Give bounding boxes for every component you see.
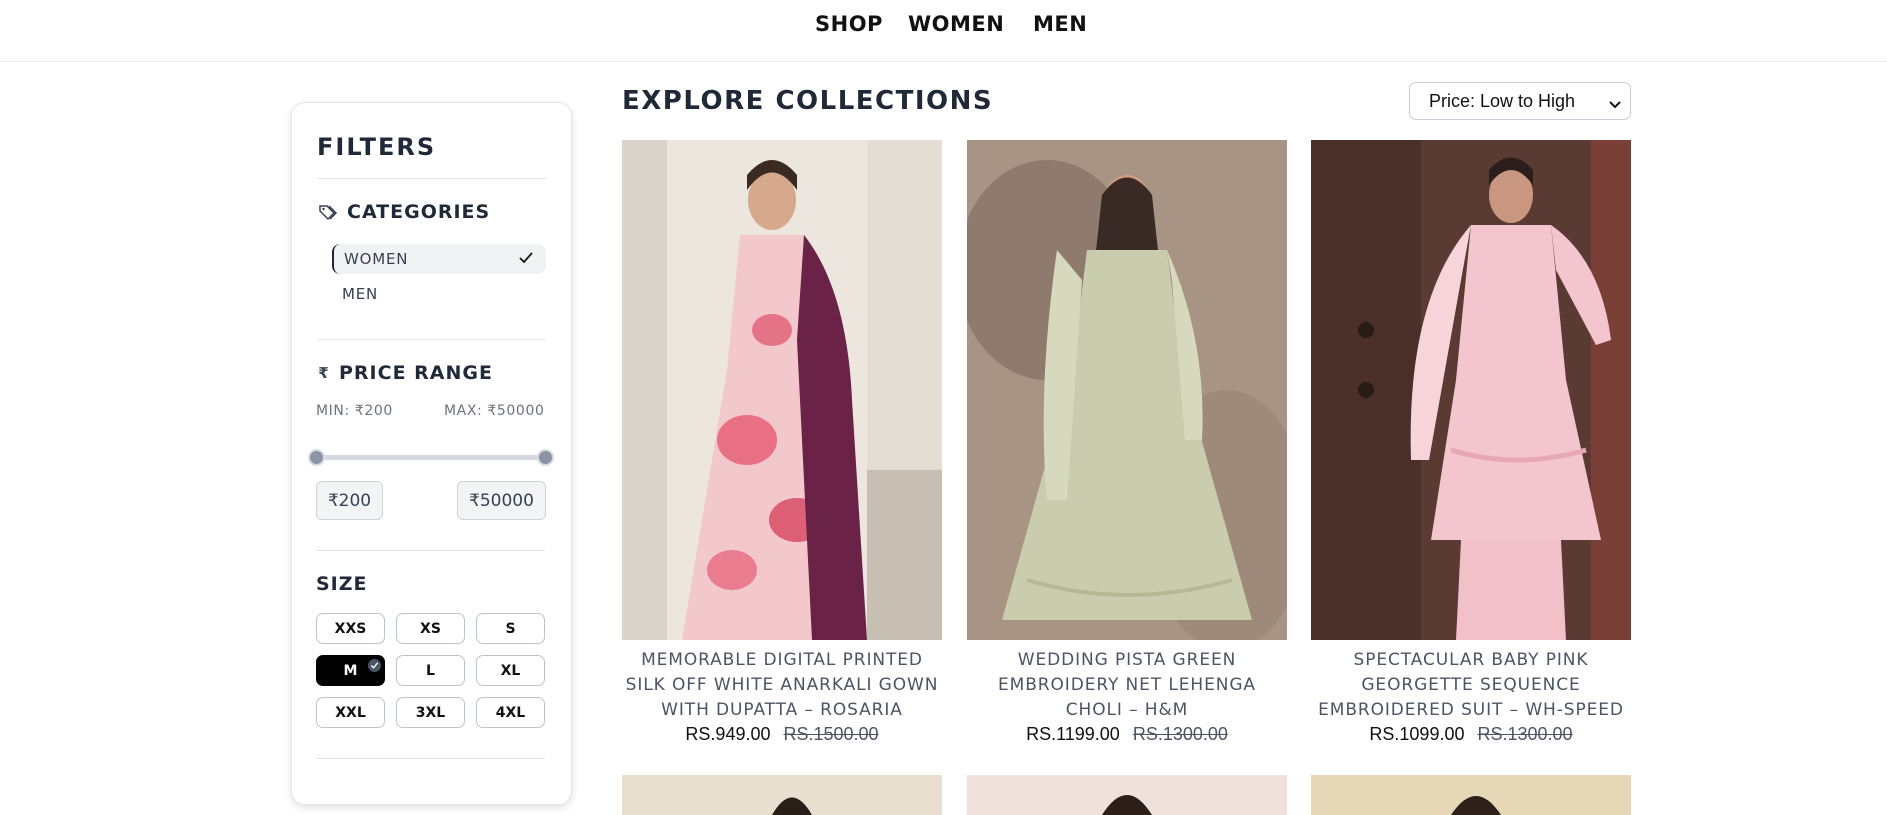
price-min-label: MIN: ₹200: [316, 403, 393, 419]
product-prices: RS.1199.00 RS.1300.00: [967, 724, 1287, 745]
size-option-xxs[interactable]: XXS: [316, 613, 385, 644]
category-item-women[interactable]: WOMEN: [332, 244, 546, 274]
tags-icon: [317, 201, 339, 223]
product-card-partial[interactable]: [967, 775, 1287, 815]
product-name[interactable]: SPECTACULAR BABY PINK GEORGETTE SEQUENCE…: [1311, 648, 1631, 723]
size-option-s[interactable]: S: [476, 613, 545, 644]
divider: [316, 550, 545, 551]
size-option-label: M: [343, 662, 358, 679]
product-image[interactable]: [1311, 775, 1631, 815]
nav-men-link[interactable]: MEN: [1033, 12, 1087, 36]
price-max-label: MAX: ₹50000: [444, 403, 545, 419]
check-icon: [368, 659, 381, 672]
size-option-3xl[interactable]: 3XL: [396, 697, 465, 728]
price-max-input[interactable]: ₹50000: [457, 481, 546, 520]
price-slider-max-handle[interactable]: [537, 449, 554, 466]
price-slider-track[interactable]: [316, 455, 545, 460]
size-option-xxl[interactable]: XXL: [316, 697, 385, 728]
rupee-icon: ₹: [318, 364, 330, 382]
price-range-heading: ₹ PRICE RANGE: [317, 362, 493, 384]
filters-title: FILTERS: [317, 133, 437, 161]
product-prices: RS.1099.00 RS.1300.00: [1311, 724, 1631, 745]
product-image[interactable]: [622, 775, 942, 815]
divider: [316, 758, 545, 759]
size-option-4xl[interactable]: 4XL: [476, 697, 545, 728]
size-heading: SIZE: [316, 573, 368, 595]
product-prices: RS.949.00 RS.1500.00: [622, 724, 942, 745]
product-price: RS.1199.00: [1026, 724, 1120, 744]
check-icon: [518, 250, 534, 270]
product-price: RS.1099.00: [1369, 724, 1465, 744]
top-nav: SHOP WOMEN MEN: [0, 0, 1887, 62]
product-card-partial[interactable]: [1311, 775, 1631, 815]
product-old-price: RS.1300.00: [1132, 724, 1228, 744]
categories-heading-label: CATEGORIES: [347, 201, 491, 223]
categories-heading: CATEGORIES: [317, 201, 490, 223]
category-item-men[interactable]: MEN: [332, 279, 546, 309]
divider: [317, 178, 546, 179]
product-image[interactable]: [622, 140, 942, 640]
product-image[interactable]: [967, 140, 1287, 640]
product-image[interactable]: [1311, 140, 1631, 640]
category-item-label: WOMEN: [344, 250, 409, 268]
size-heading-label: SIZE: [316, 573, 368, 595]
sort-selected-value: Price: Low to High: [1429, 90, 1576, 111]
nav-women-link[interactable]: WOMEN: [908, 12, 1004, 36]
price-range-heading-label: PRICE RANGE: [339, 362, 493, 384]
size-option-xs[interactable]: XS: [396, 613, 465, 644]
page-title: EXPLORE COLLECTIONS: [622, 86, 994, 116]
product-old-price: RS.1500.00: [783, 724, 879, 744]
chevron-down-icon: [1608, 95, 1622, 116]
size-option-m[interactable]: M: [316, 655, 385, 686]
product-old-price: RS.1300.00: [1477, 724, 1573, 744]
product-name[interactable]: MEMORABLE DIGITAL PRINTED SILK OFF WHITE…: [622, 648, 942, 723]
size-option-xl[interactable]: XL: [476, 655, 545, 686]
size-option-l[interactable]: L: [396, 655, 465, 686]
price-min-input[interactable]: ₹200: [316, 481, 383, 520]
product-image[interactable]: [967, 775, 1287, 815]
nav-shop-link[interactable]: SHOP: [815, 12, 883, 36]
product-price: RS.949.00: [685, 724, 771, 744]
divider: [317, 339, 546, 340]
product-card-partial[interactable]: [622, 775, 942, 815]
product-name[interactable]: WEDDING PISTA GREEN EMBROIDERY NET LEHEN…: [967, 648, 1287, 723]
sort-select[interactable]: Price: Low to High: [1409, 82, 1631, 120]
price-slider-min-handle[interactable]: [308, 449, 325, 466]
category-item-label: MEN: [342, 285, 379, 303]
